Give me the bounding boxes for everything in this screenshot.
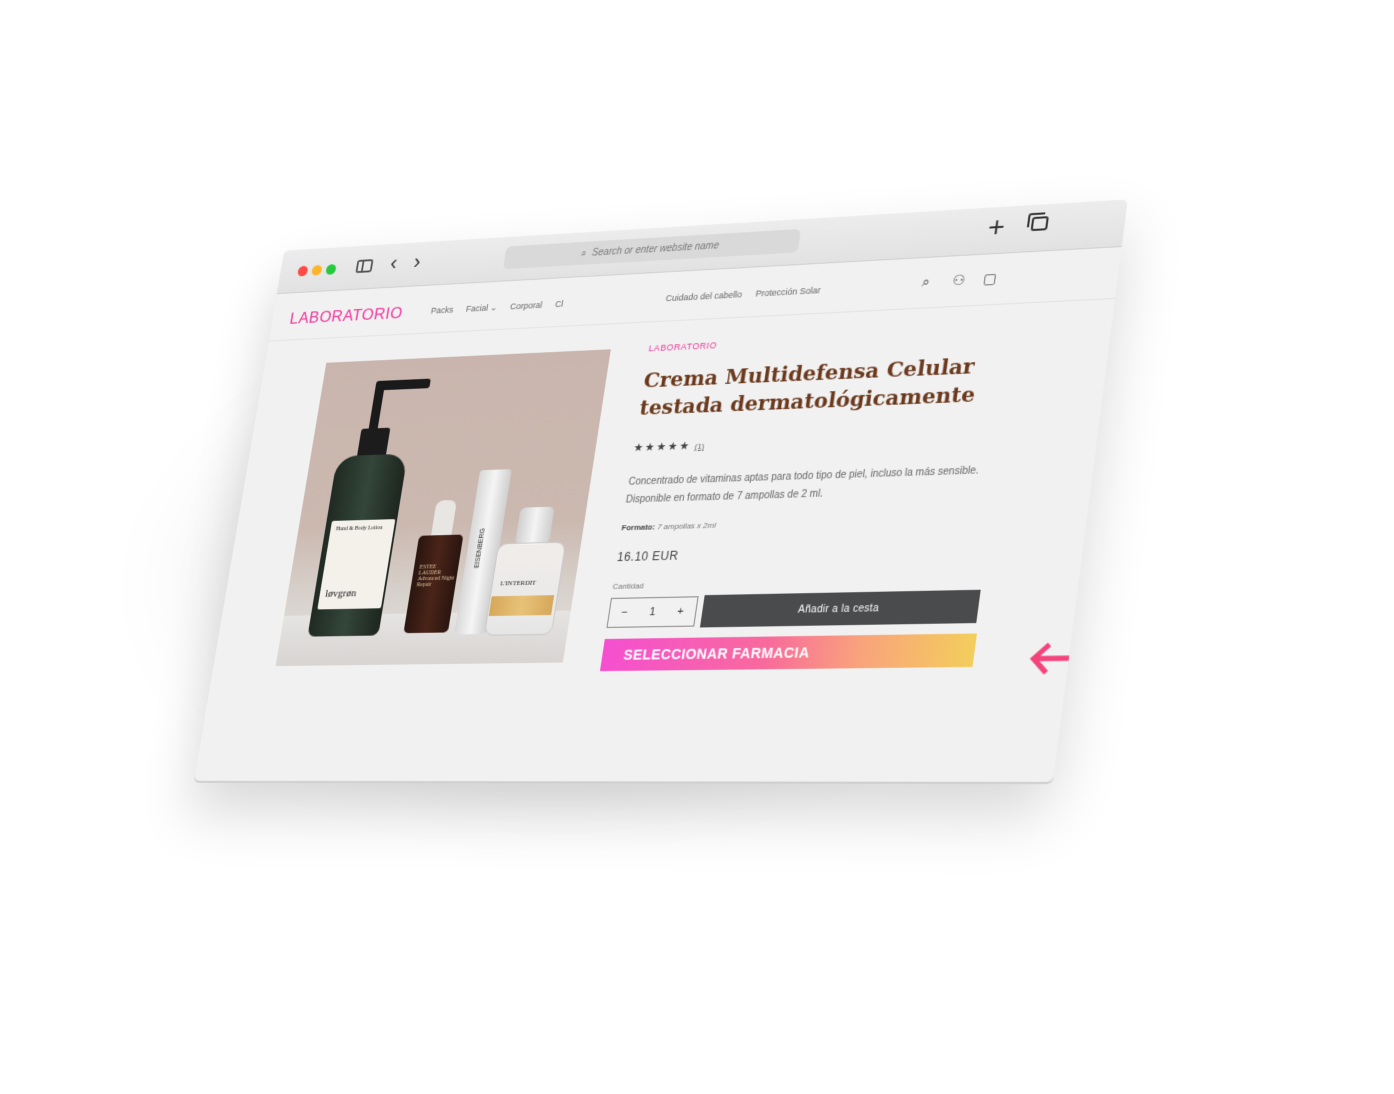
- format-label: Formato:: [620, 522, 656, 533]
- maximize-window-button[interactable]: [325, 264, 337, 275]
- quantity-label: Cantidad: [612, 581, 645, 591]
- menu-item-facial-label: Facial: [465, 303, 489, 314]
- search-icon: ⌕: [580, 247, 588, 259]
- user-icon[interactable]: ⚇: [951, 272, 966, 290]
- close-window-button[interactable]: [297, 265, 309, 277]
- address-bar[interactable]: ⌕ Search or enter website name: [502, 228, 802, 270]
- serum-label: ESTEE LAUDER Advanced Night Repair: [416, 564, 459, 588]
- menu-item-packs[interactable]: Packs: [430, 305, 454, 317]
- menu-item-cabello[interactable]: Cuidado del cabello: [665, 289, 743, 303]
- store-logo[interactable]: LABORATORIO: [288, 304, 404, 329]
- tube-brand: EISENBERG: [473, 528, 487, 569]
- tab-overview-icon[interactable]: [1030, 216, 1049, 232]
- lotion-label-brand: løvgrøn: [324, 587, 358, 600]
- menu-item-solar[interactable]: Protección Solar: [755, 285, 821, 298]
- sidebar-toggle-icon[interactable]: [355, 259, 374, 274]
- arrow-left-icon: 🡐: [1022, 630, 1128, 685]
- quantity-minus-button[interactable]: −: [620, 607, 628, 619]
- menu-item-truncated[interactable]: Cl: [554, 299, 564, 310]
- add-to-cart-button[interactable]: Añadir a la cesta: [699, 589, 981, 628]
- product-info: LABORATORIO Crema Multidefensa Celular t…: [599, 324, 1049, 672]
- address-placeholder: Search or enter website name: [591, 240, 720, 259]
- main-menu-left: Packs Facial ⌄ Corporal Cl: [430, 299, 564, 316]
- menu-item-facial[interactable]: Facial ⌄: [465, 303, 498, 315]
- stage: ‹ › ⌕ Search or enter website name + LAB…: [0, 0, 1394, 1094]
- new-tab-button[interactable]: +: [986, 211, 1007, 243]
- quantity-plus-button[interactable]: +: [676, 606, 684, 618]
- product-image: Hand & Body Lotion løvgrøn ESTEE LAUDER A…: [275, 349, 611, 667]
- product-price: 16.10 EUR: [616, 548, 680, 565]
- perfume-label: L'INTERDIT: [499, 578, 537, 588]
- quantity-stepper[interactable]: − 1 +: [606, 596, 699, 628]
- rating-stars[interactable]: ★★★★★ (1): [632, 427, 1036, 455]
- chevron-down-icon: ⌄: [489, 302, 499, 313]
- forward-button[interactable]: ›: [412, 250, 422, 274]
- lotion-label-title: Hand & Body Lotion: [335, 525, 383, 533]
- perfume-cap: [514, 506, 555, 545]
- search-icon[interactable]: ⌕: [921, 273, 931, 290]
- pump-stem: [368, 388, 385, 431]
- star-icons: ★★★★★: [632, 440, 692, 455]
- format-value: 7 ampollas x 2ml: [656, 520, 717, 532]
- product-brand[interactable]: LABORATORIO: [648, 324, 1049, 353]
- format-info: Formato: 7 ampollas x 2ml: [620, 512, 1024, 533]
- serum-brand: ESTEE LAUDER: [418, 564, 442, 577]
- serum-name: Advanced Night Repair: [416, 575, 455, 589]
- cart-icon[interactable]: ▢: [982, 270, 998, 288]
- serum-dropper: [430, 499, 457, 540]
- quantity-value[interactable]: 1: [648, 606, 656, 618]
- back-button[interactable]: ‹: [389, 251, 399, 275]
- menu-item-corporal[interactable]: Corporal: [509, 300, 544, 312]
- select-pharmacy-button[interactable]: SELECCIONAR FARMACIA: [599, 633, 977, 672]
- buy-row: − 1 + Añadir a la cesta: [606, 589, 1014, 629]
- product-title: Crema Multidefensa Celular testada derma…: [638, 349, 1046, 422]
- minimize-window-button[interactable]: [311, 264, 323, 276]
- product-description: Concentrado de vitaminas aptas para todo…: [624, 465, 980, 506]
- browser-window: ‹ › ⌕ Search or enter website name + LAB…: [193, 199, 1128, 782]
- perfume-bottle: L'INTERDIT: [483, 541, 567, 636]
- review-count[interactable]: (1): [694, 442, 705, 451]
- perfume-liquid: [488, 595, 555, 617]
- main-menu-right: Cuidado del cabello Protección Solar: [665, 285, 821, 303]
